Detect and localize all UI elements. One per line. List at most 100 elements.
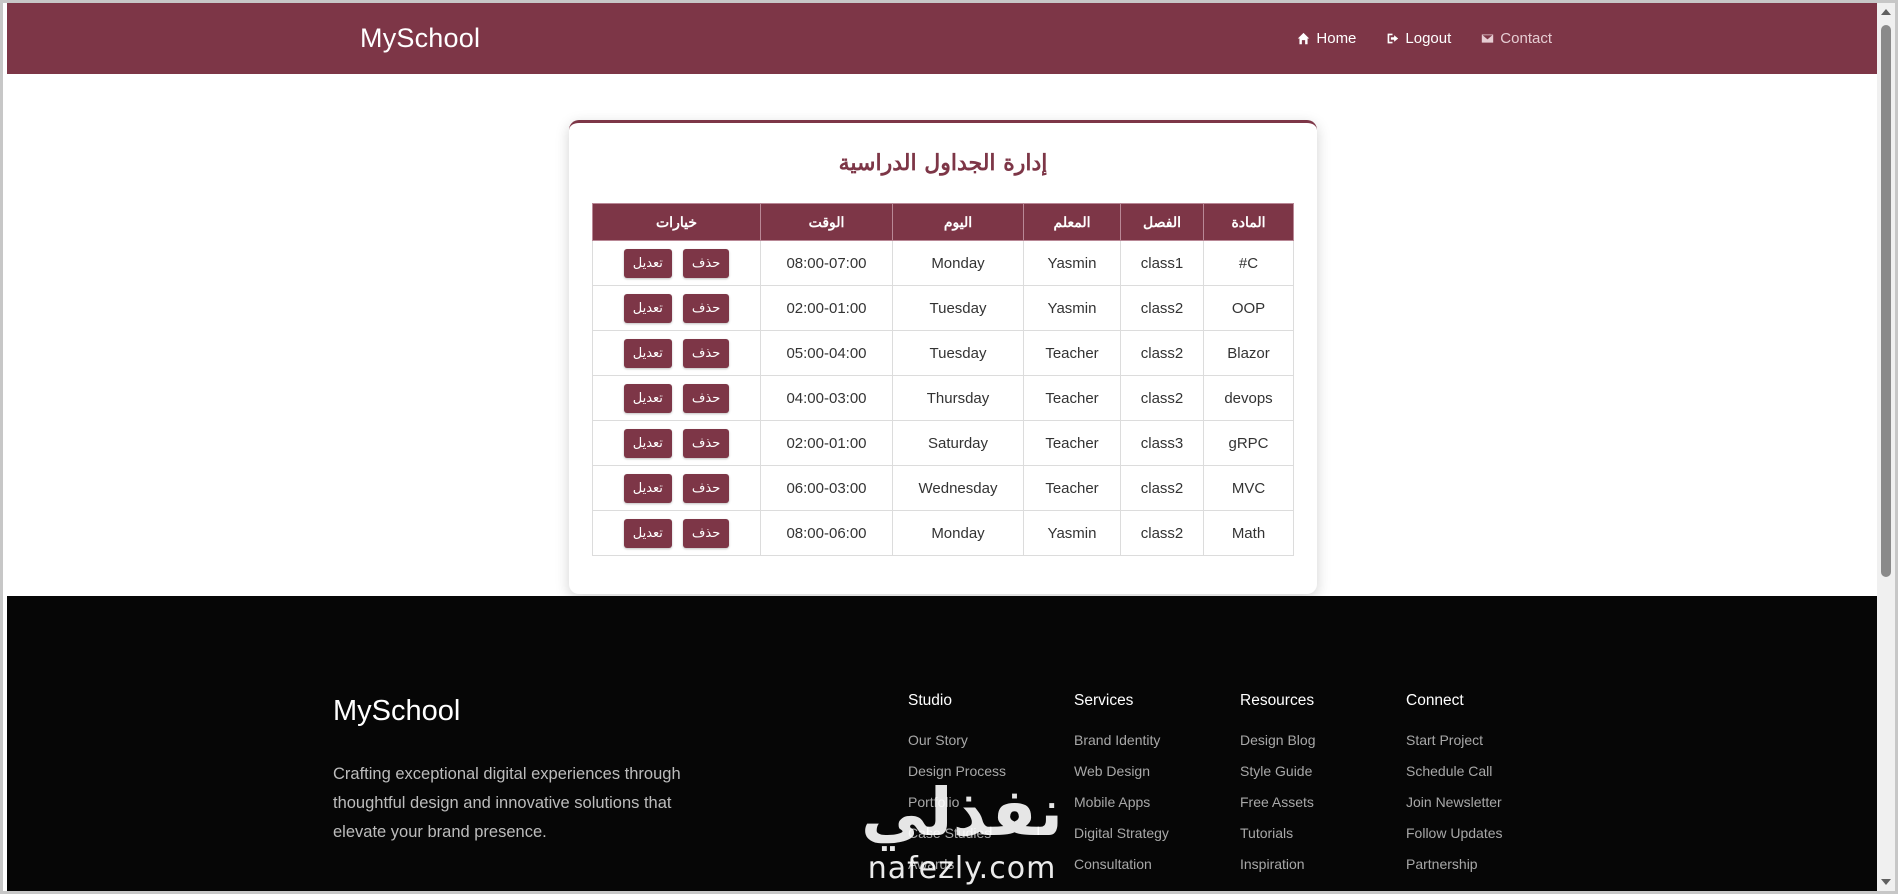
table-row: Blazor class2 Teacher Tuesday 05:00-04:00 حذف…: [592, 330, 1294, 376]
edit-button[interactable]: تعديل: [623, 338, 672, 368]
footer-link[interactable]: Inspiration: [1240, 856, 1316, 887]
nav-links: Home Logout Contact: [1297, 30, 1552, 47]
cell-day: Tuesday: [892, 285, 1024, 331]
footer-link[interactable]: Awards: [908, 856, 1006, 887]
cell-teacher: Teacher: [1023, 465, 1121, 511]
footer-link[interactable]: Style Guide: [1240, 763, 1316, 794]
delete-button[interactable]: حذف: [682, 293, 730, 323]
table-row: C# class1 Yasmin Monday 08:00-07:00 حذف تعديل: [592, 240, 1294, 286]
table-header-row: المادة الفصل المعلم اليوم الوقت خيارات: [592, 203, 1294, 241]
footer-description: Crafting exceptional digital experiences…: [333, 765, 681, 841]
schedule-body: C# class1 Yasmin Monday 08:00-07:00 حذف تعديل O…: [592, 240, 1294, 556]
delete-button[interactable]: حذف: [682, 428, 730, 458]
footer-link[interactable]: Our Story: [908, 732, 1006, 763]
footer-link[interactable]: Follow Updates: [1406, 825, 1503, 856]
table-row: Math class2 Yasmin Monday 08:00-06:00 حذف تعدي…: [592, 510, 1294, 556]
cell-time: 08:00-07:00: [760, 240, 893, 286]
nav-logout-label: Logout: [1405, 30, 1452, 47]
cell-class: class2: [1120, 465, 1204, 511]
scroll-up-icon[interactable]: [1881, 9, 1891, 15]
edit-button[interactable]: تعديل: [623, 473, 672, 503]
cell-subject: Blazor: [1203, 330, 1294, 376]
footer-link[interactable]: Consultation: [1074, 856, 1169, 887]
row-actions: حذف تعديل: [593, 428, 760, 458]
footer-link[interactable]: Schedule Call: [1406, 763, 1503, 794]
browser-window: MySchool Home Logout Contact إدارة الجدا…: [3, 3, 1895, 891]
cell-teacher: Teacher: [1023, 375, 1121, 421]
footer-link[interactable]: Case Studies: [908, 825, 1006, 856]
cell-actions: حذف تعديل: [592, 510, 761, 556]
row-actions: حذف تعديل: [593, 248, 760, 278]
cell-day: Monday: [892, 510, 1024, 556]
row-actions: حذف تعديل: [593, 518, 760, 548]
edit-button[interactable]: تعديل: [623, 428, 672, 458]
footer-col-title: Connect: [1406, 692, 1464, 709]
cell-subject: gRPC: [1203, 420, 1294, 466]
footer-link[interactable]: Mobile Apps: [1074, 794, 1169, 825]
cell-actions: حذف تعديل: [592, 465, 761, 511]
cell-subject: devops: [1203, 375, 1294, 421]
edit-button[interactable]: تعديل: [623, 248, 672, 278]
nav-logout-link[interactable]: Logout: [1386, 30, 1451, 47]
table-row: devops class2 Teacher Thursday 04:00-03:00 حذ…: [592, 375, 1294, 421]
footer-col-title: Resources: [1240, 692, 1315, 709]
delete-button[interactable]: حذف: [682, 338, 730, 368]
cell-day: Thursday: [892, 375, 1024, 421]
cell-teacher: Yasmin: [1023, 285, 1121, 331]
cell-class: class2: [1120, 285, 1204, 331]
row-actions: حذف تعديل: [593, 338, 760, 368]
delete-button[interactable]: حذف: [682, 473, 730, 503]
row-actions: حذف تعديل: [593, 383, 760, 413]
home-icon: [1298, 32, 1310, 45]
edit-button[interactable]: تعديل: [623, 383, 672, 413]
scroll-down-icon[interactable]: [1881, 879, 1891, 885]
footer-link[interactable]: Brand Identity: [1074, 732, 1169, 763]
delete-button[interactable]: حذف: [682, 248, 730, 278]
header-day: اليوم: [892, 203, 1024, 241]
footer: MySchool Crafting exceptional digital ex…: [7, 596, 1877, 891]
footer-link[interactable]: Digital Strategy: [1074, 825, 1169, 856]
schedule-table: المادة الفصل المعلم اليوم الوقت خيارات C…: [592, 203, 1294, 556]
edit-button[interactable]: تعديل: [623, 293, 672, 323]
footer-link[interactable]: Web Design: [1074, 763, 1169, 794]
footer-link[interactable]: Join Newsletter: [1406, 794, 1503, 825]
cell-teacher: Teacher: [1023, 420, 1121, 466]
edit-button[interactable]: تعديل: [623, 518, 672, 548]
cell-subject: MVC: [1203, 465, 1294, 511]
footer-link[interactable]: Start Project: [1406, 732, 1503, 763]
footer-link[interactable]: Portfolio: [908, 794, 1006, 825]
cell-class: class2: [1120, 510, 1204, 556]
cell-subject: OOP: [1203, 285, 1294, 331]
delete-button[interactable]: حذف: [682, 518, 730, 548]
header-options: خيارات: [592, 203, 761, 241]
footer-link[interactable]: Design Blog: [1240, 732, 1316, 763]
footer-col-resources: Resources Design Blog Style Guide Free A…: [1240, 692, 1316, 887]
footer-link[interactable]: Free Assets: [1240, 794, 1316, 825]
nav-contact-label: Contact: [1500, 30, 1552, 47]
cell-class: class2: [1120, 330, 1204, 376]
cell-actions: حذف تعديل: [592, 240, 761, 286]
footer-col-services: Services Brand Identity Web Design Mobil…: [1074, 692, 1169, 887]
brand-logo[interactable]: MySchool: [360, 23, 480, 54]
cell-actions: حذف تعديل: [592, 420, 761, 466]
nav-contact-link[interactable]: Contact: [1481, 30, 1552, 47]
header-subject: المادة: [1203, 203, 1294, 241]
footer-link[interactable]: Design Process: [908, 763, 1006, 794]
navbar: MySchool Home Logout Contact: [7, 3, 1877, 74]
cell-actions: حذف تعديل: [592, 330, 761, 376]
header-time: الوقت: [760, 203, 893, 241]
cell-day: Saturday: [892, 420, 1024, 466]
page-viewport: MySchool Home Logout Contact إدارة الجدا…: [7, 3, 1877, 891]
footer-link[interactable]: Partnership: [1406, 856, 1503, 887]
delete-button[interactable]: حذف: [682, 383, 730, 413]
cell-actions: حذف تعديل: [592, 375, 761, 421]
cell-time: 02:00-01:00: [760, 420, 893, 466]
nav-home-link[interactable]: Home: [1297, 30, 1356, 47]
cell-day: Tuesday: [892, 330, 1024, 376]
cell-day: Monday: [892, 240, 1024, 286]
scroll-thumb[interactable]: [1881, 25, 1891, 577]
row-actions: حذف تعديل: [593, 473, 760, 503]
vertical-scrollbar[interactable]: [1877, 3, 1895, 891]
footer-link[interactable]: Tutorials: [1240, 825, 1316, 856]
cell-time: 05:00-04:00: [760, 330, 893, 376]
